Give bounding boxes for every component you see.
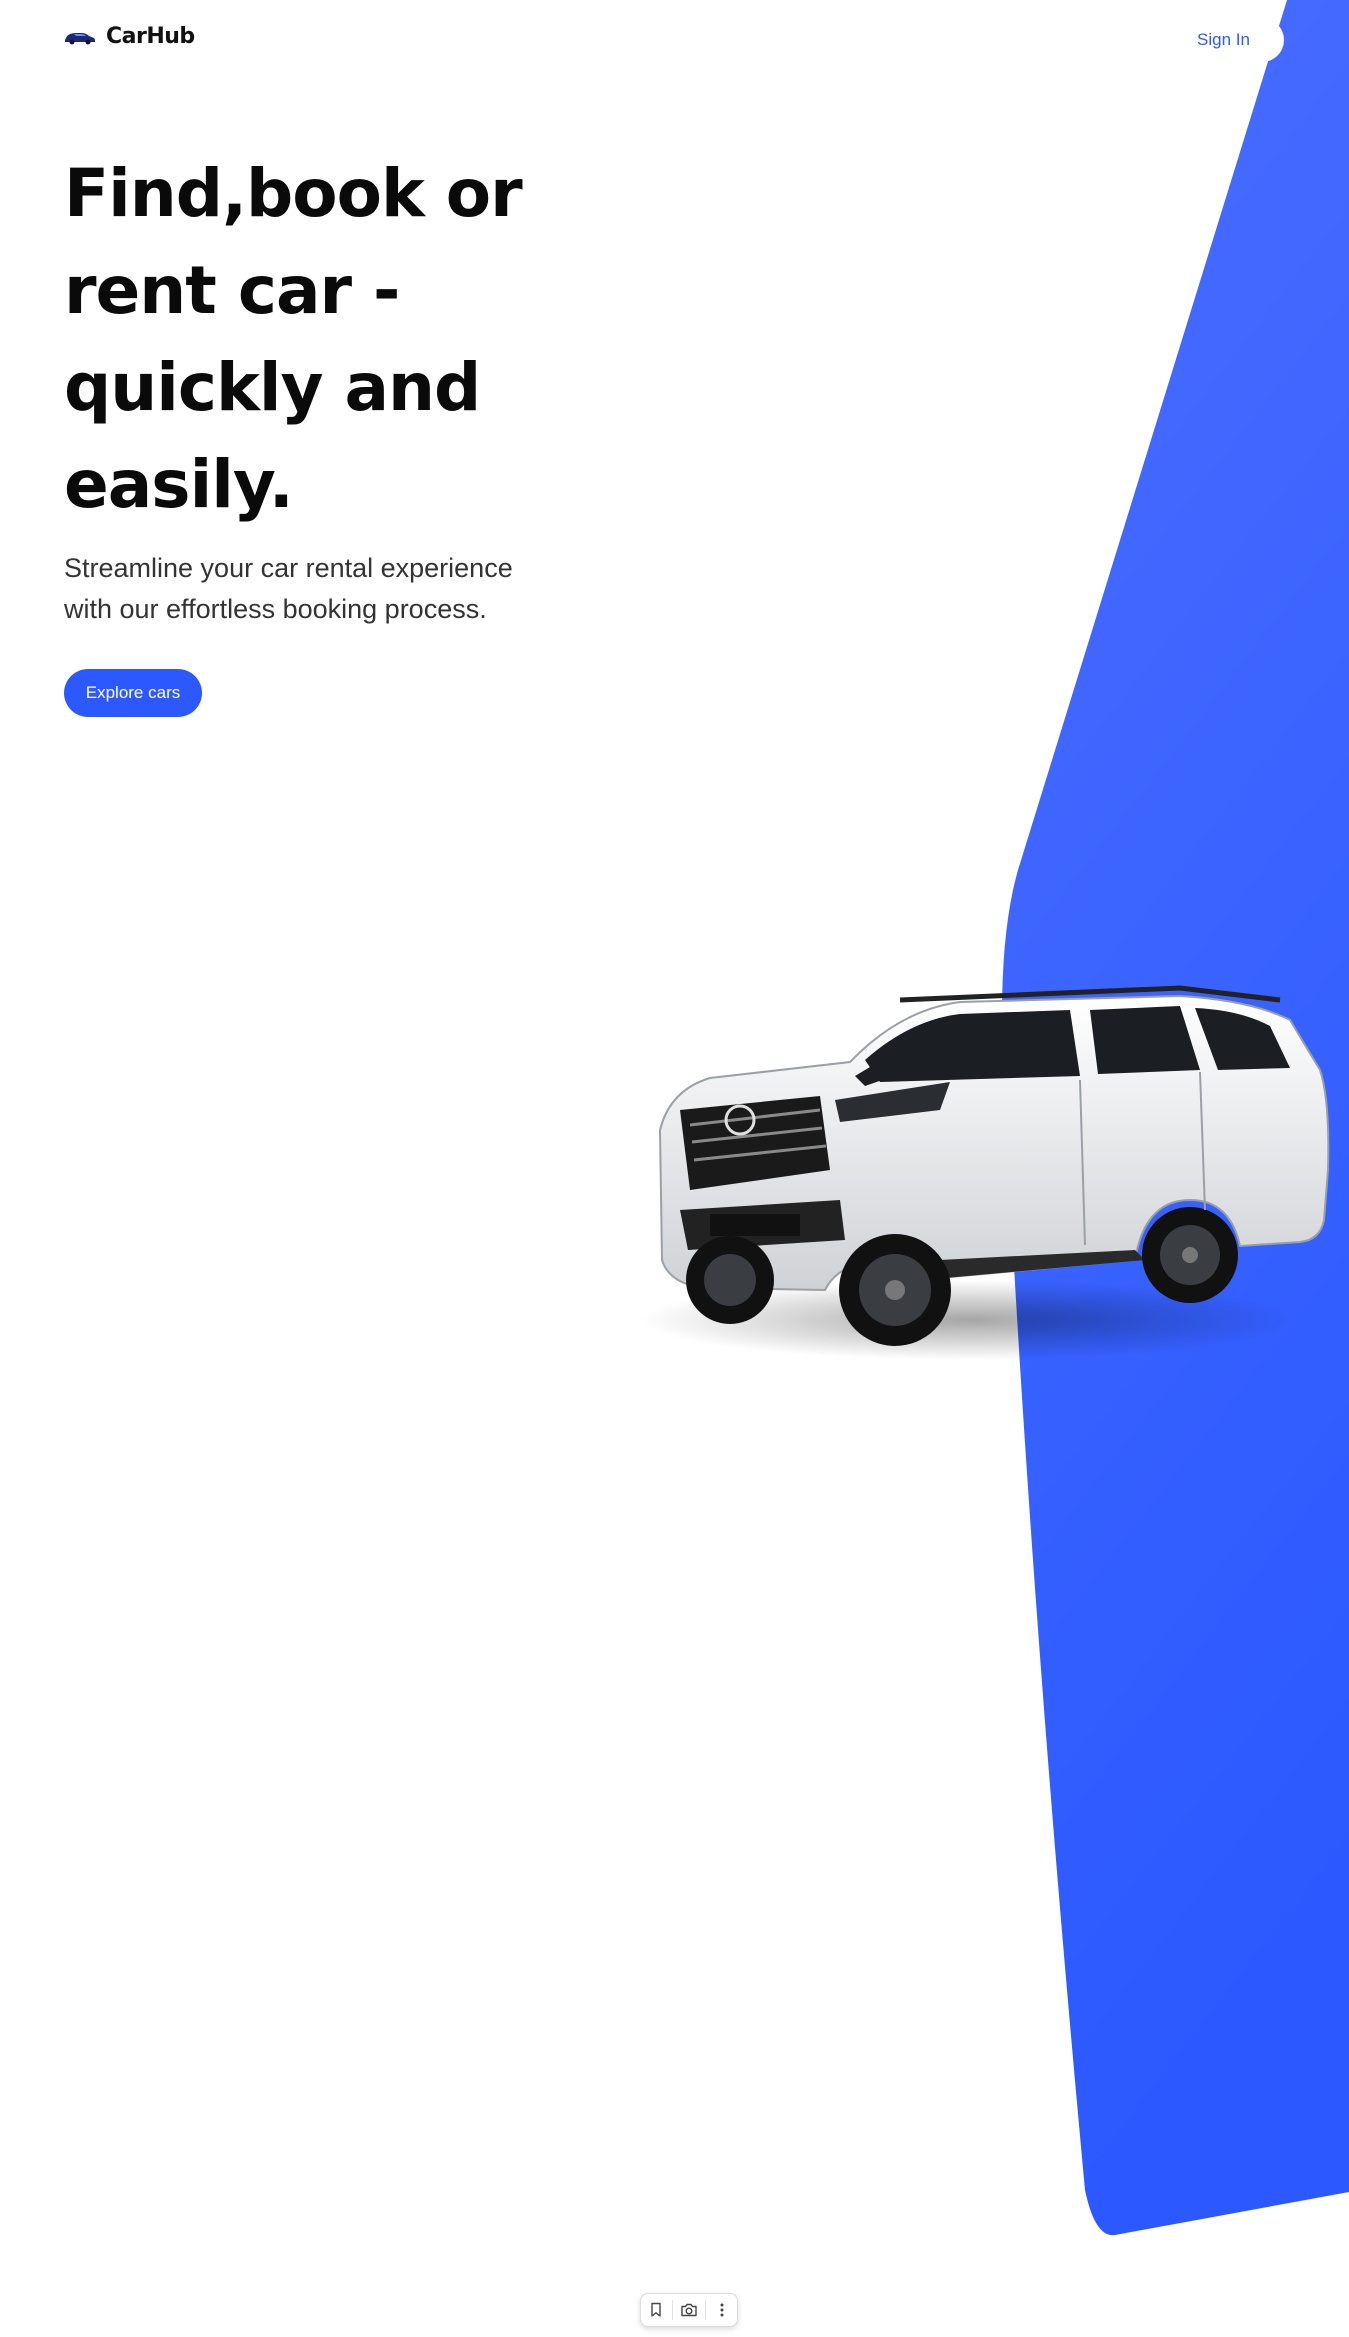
page: CarHub Sign In Find,book or rent car - q… <box>0 0 1349 2337</box>
logo-text: CarHub <box>106 24 195 49</box>
logo-link[interactable]: CarHub <box>64 24 195 49</box>
hero-subtitle-line: with our effortless booking process. <box>64 594 487 624</box>
sign-in-button[interactable]: Sign In <box>1163 18 1284 62</box>
car-icon <box>65 32 95 44</box>
hero-title-line: quickly and <box>64 349 481 426</box>
camera-icon[interactable] <box>675 2296 703 2324</box>
explore-cars-button[interactable]: Explore cars <box>64 669 202 717</box>
navbar: CarHub Sign In <box>0 0 1349 80</box>
hero-subtitle-line: Streamline your car rental experience <box>64 553 513 583</box>
more-vertical-icon[interactable] <box>708 2296 736 2324</box>
floating-toolbar <box>640 2293 738 2327</box>
toolbar-divider <box>705 2300 706 2320</box>
hero-title: Find,book or rent car - quickly and easi… <box>64 145 584 533</box>
hero-subtitle: Streamline your car rental experience wi… <box>64 548 544 630</box>
hero-title-line: rent car - <box>64 252 400 329</box>
toolbar-divider <box>672 2300 673 2320</box>
hero-title-line: Find,book or <box>64 155 523 232</box>
car-hero-image <box>640 985 1330 1360</box>
bookmark-icon[interactable] <box>642 2296 670 2324</box>
hero-title-line: easily. <box>64 446 294 523</box>
